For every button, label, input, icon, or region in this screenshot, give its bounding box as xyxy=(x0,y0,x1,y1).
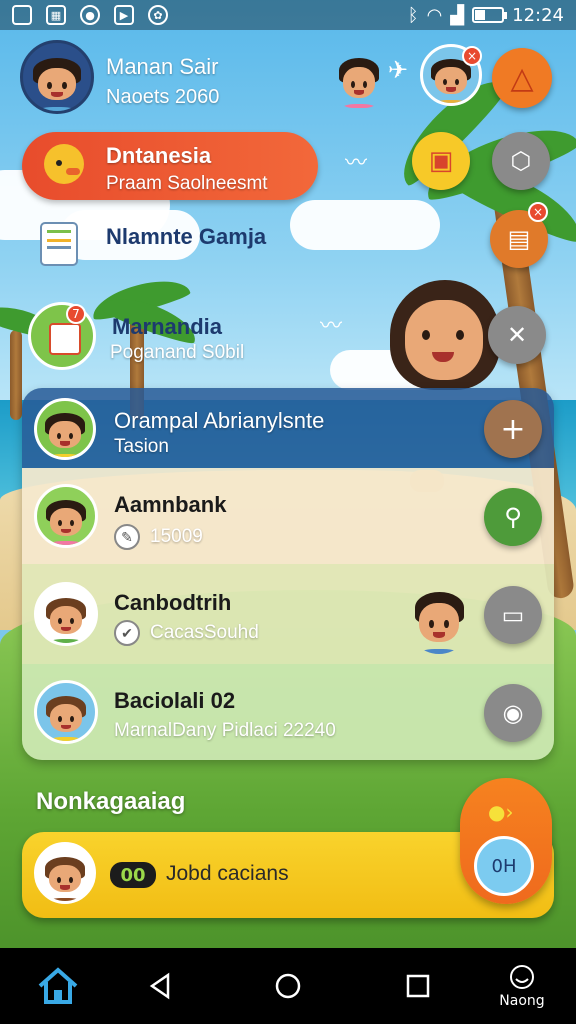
contact-name: Baciolali 02 xyxy=(114,688,236,713)
home-circle-button[interactable] xyxy=(268,948,308,1024)
clock: 12:24 xyxy=(512,4,564,26)
warning-icon: △ xyxy=(510,60,534,96)
shield-icon: ⬡ xyxy=(510,147,532,175)
user-subtitle: Naoets 2060 xyxy=(106,86,220,108)
wallet-icon: ▤ xyxy=(507,225,531,253)
recents-icon xyxy=(406,974,430,998)
contact-name: Aamnbank xyxy=(114,492,227,517)
user-avatar[interactable] xyxy=(20,40,94,114)
back-icon xyxy=(149,972,170,1000)
notes-badge: 7 xyxy=(66,304,86,324)
battery-icon xyxy=(472,7,508,23)
list-item[interactable]: Baciolali 02 MarnalDany Pidlaci 22240 ◉ xyxy=(22,664,554,760)
friend-badge: × xyxy=(462,46,482,66)
wallet-badge: × xyxy=(528,202,548,222)
contact-status-text: CacasSouhd xyxy=(150,622,259,643)
profile-nav-label: Naong xyxy=(499,993,545,1009)
ticket-button[interactable]: ▣ xyxy=(412,132,470,190)
message-icon: ▭ xyxy=(501,601,525,629)
contact-name: Orampal Abrianylsnte xyxy=(114,408,325,433)
back-button[interactable] xyxy=(140,948,180,1024)
contact-avatar xyxy=(34,484,98,548)
list-item[interactable]: Orampal Abrianylsnte Tasion + xyxy=(22,388,554,468)
menu-title: Nlamnte Gamja xyxy=(106,224,267,249)
episode-tag: 00 xyxy=(110,862,156,888)
signal-icon: ▟ xyxy=(450,4,465,26)
fab-label: 0H xyxy=(491,855,517,877)
user-pin-button[interactable]: ⚲ xyxy=(484,488,542,546)
recents-button[interactable] xyxy=(398,948,438,1024)
tools-button[interactable]: ✕ xyxy=(488,306,546,364)
toggle-icon: ●› xyxy=(488,800,514,824)
tools-icon: ✕ xyxy=(506,321,528,349)
shield-button[interactable]: ⬡ xyxy=(492,132,550,190)
user-pin-icon: ⚲ xyxy=(504,503,522,531)
wifi-icon: ◠ xyxy=(426,4,443,26)
home-circle-icon xyxy=(275,973,301,999)
home-button[interactable] xyxy=(30,948,86,1024)
menu-title: Marnandia xyxy=(112,314,223,339)
section-title: Nonkagaaiag xyxy=(36,788,186,815)
contact-status: ✎ 15009 xyxy=(114,524,203,550)
contact-status: ✔ CacasSouhd xyxy=(114,620,259,646)
warning-button[interactable]: △ xyxy=(492,48,552,108)
add-button[interactable]: + xyxy=(484,400,542,458)
bluetooth-icon: ᛒ xyxy=(407,4,419,26)
contact-name: Canbodtrih xyxy=(114,590,232,615)
navigation-bar: Naong xyxy=(0,948,576,1024)
smiley-icon xyxy=(510,965,534,989)
contact-status: Tasion xyxy=(114,436,169,458)
pencil-icon: ✎ xyxy=(114,524,140,550)
waving-boy-illustration xyxy=(404,574,474,654)
airplane-icon[interactable]: ✈ xyxy=(388,56,408,84)
contact-avatar xyxy=(34,680,98,744)
eye-icon: ◉ xyxy=(502,699,524,727)
app-icon: ● xyxy=(80,5,100,25)
menu-title: Dntanesia xyxy=(106,143,212,168)
status-bar: ▦ ● ▶ ✿ ᛒ ◠ ▟ 12:24 xyxy=(0,0,576,30)
message-button[interactable]: ▭ xyxy=(484,586,542,644)
bird-icon: 〰 xyxy=(345,151,368,176)
contact-status-text: Tasion xyxy=(114,436,169,457)
list-item[interactable]: Canbodtrih ✔ CacasSouhd ▭ xyxy=(22,564,554,664)
ticket-icon: ▣ xyxy=(428,146,454,176)
eye-button[interactable]: ◉ xyxy=(484,684,542,742)
now-playing-title: Jobd cacians xyxy=(166,862,289,885)
child-avatar[interactable] xyxy=(330,44,388,108)
profile-nav-button[interactable]: Naong xyxy=(490,948,554,1024)
document-icon xyxy=(40,222,78,266)
user-name: Manan Sair xyxy=(106,54,219,79)
settings-icon: ✿ xyxy=(148,5,168,25)
gallery-icon: ▦ xyxy=(46,5,66,25)
menu-subtitle: Poganand S0bil xyxy=(110,342,245,363)
check-icon: ✔ xyxy=(114,620,140,646)
plus-icon: + xyxy=(500,411,526,447)
contact-status-text: MarnalDany Pidlaci 22240 xyxy=(114,720,336,741)
contact-avatar xyxy=(34,582,98,646)
contact-status: MarnalDany Pidlaci 22240 xyxy=(114,720,336,742)
home-icon xyxy=(38,967,78,1004)
duck-icon xyxy=(36,138,90,194)
menu-subtitle: Praam Saolneesmt xyxy=(106,173,268,194)
floating-action-button[interactable]: ●› 0H xyxy=(460,778,552,904)
list-item[interactable]: Aamnbank ✎ 15009 ⚲ xyxy=(22,468,554,564)
screenshot-icon xyxy=(12,5,32,25)
contact-avatar xyxy=(34,398,96,460)
bird-icon: 〰 xyxy=(320,314,343,339)
contact-list: Orampal Abrianylsnte Tasion + Aamnbank ✎… xyxy=(22,388,554,760)
play-store-icon: ▶ xyxy=(114,5,134,25)
contact-status-text: 15009 xyxy=(150,526,203,547)
fab-inner-button[interactable]: 0H xyxy=(474,836,534,896)
now-playing-avatar xyxy=(34,842,96,904)
